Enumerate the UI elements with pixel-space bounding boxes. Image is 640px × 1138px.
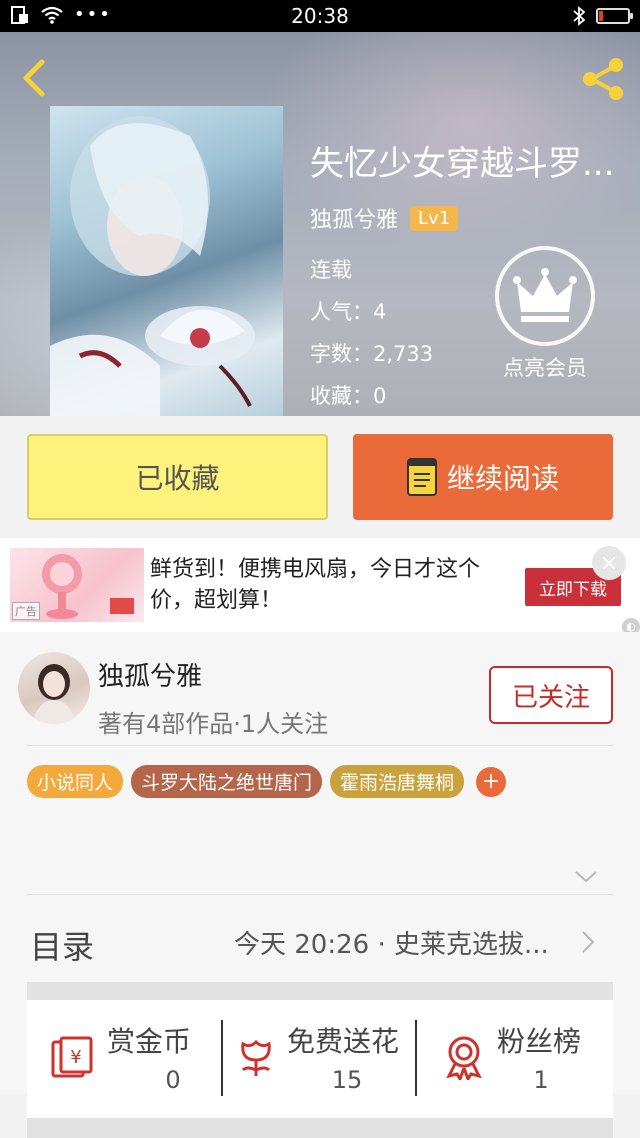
level-badge: Lv1 bbox=[410, 205, 459, 231]
toc-label[interactable]: 目录 bbox=[30, 922, 94, 968]
book-cover[interactable] bbox=[50, 106, 283, 416]
following-button[interactable]: 已关注 bbox=[489, 666, 613, 724]
book-status: 连载 bbox=[310, 258, 352, 282]
tag-chip[interactable]: 小说同人 bbox=[27, 765, 124, 798]
status-bar: ••• 20:38 bbox=[0, 0, 640, 32]
divider bbox=[27, 894, 613, 895]
book-word-count: 字数：2,733 bbox=[310, 342, 434, 366]
ad-text[interactable]: 鲜货到！便携电风扇，今日才这个价，超划算！ bbox=[150, 554, 500, 616]
chevron-right-icon[interactable] bbox=[580, 930, 596, 954]
vip-label: 点亮会员 bbox=[503, 356, 587, 380]
tag-chip[interactable]: 霍雨浩唐舞桐 bbox=[330, 765, 465, 798]
book-popularity: 人气：4 bbox=[310, 300, 387, 324]
reward-coins-button[interactable]: ¥ 赏金币 0 bbox=[49, 1020, 229, 1098]
fan-rank-button[interactable]: 粉丝榜 1 bbox=[441, 1020, 611, 1098]
ad-close-icon[interactable]: × bbox=[592, 546, 626, 580]
stats-bar: ¥ 赏金币 0 免费送花 15 粉丝榜 1 bbox=[27, 1000, 613, 1118]
battery-icon bbox=[596, 8, 633, 24]
stat-label: 赏金币 bbox=[107, 1025, 192, 1058]
stat-value: 15 bbox=[331, 1066, 363, 1094]
crown-icon bbox=[495, 246, 595, 346]
stat-value: 0 bbox=[165, 1066, 181, 1094]
book-favorites: 收藏：0 bbox=[310, 384, 387, 408]
divider bbox=[221, 1020, 223, 1096]
book-header: 失忆少女穿越斗罗... 独孤兮雅 Lv1 连载 人气：4 字数：2,733 收藏… bbox=[0, 32, 640, 416]
chevron-down-icon[interactable] bbox=[574, 870, 598, 884]
stat-label: 免费送花 bbox=[287, 1025, 400, 1058]
stat-value: 1 bbox=[533, 1066, 549, 1094]
tag-list: 小说同人 斗罗大陆之绝世唐门 霍雨浩唐舞桐 + bbox=[27, 765, 507, 798]
favorited-button[interactable]: 已收藏 bbox=[27, 434, 328, 520]
ad-banner[interactable]: 广告 鲜货到！便携电风扇，今日才这个价，超划算！ 立即下载 × ◐ bbox=[0, 538, 640, 636]
back-icon[interactable] bbox=[16, 58, 56, 98]
divider bbox=[415, 1020, 417, 1096]
tag-chip[interactable]: 斗罗大陆之绝世唐门 bbox=[131, 765, 323, 798]
add-tag-button[interactable]: + bbox=[476, 766, 507, 797]
flower-icon bbox=[241, 1039, 271, 1076]
cover-art bbox=[50, 116, 255, 416]
toc-latest-chapter[interactable]: 今天 20:26 · 史莱克选拔... bbox=[234, 924, 574, 961]
status-time: 20:38 bbox=[291, 4, 349, 28]
send-flower-button[interactable]: 免费送花 15 bbox=[233, 1020, 423, 1098]
status-right bbox=[572, 6, 633, 26]
medal-icon bbox=[446, 1036, 482, 1080]
author-card-stats: 著有4部作品·1人关注 bbox=[98, 710, 329, 738]
ad-image[interactable]: 广告 bbox=[10, 548, 144, 622]
avatar[interactable] bbox=[18, 652, 90, 724]
coin-envelope-icon: ¥ bbox=[51, 1036, 93, 1078]
stat-label: 粉丝榜 bbox=[497, 1025, 582, 1058]
share-icon[interactable] bbox=[578, 54, 628, 104]
divider bbox=[27, 745, 613, 746]
ad-tag: 广告 bbox=[12, 602, 40, 620]
book-title: 失忆少女穿越斗罗... bbox=[310, 144, 615, 184]
action-bar: 已收藏 继续阅读 bbox=[0, 416, 640, 538]
vip-button[interactable]: 点亮会员 bbox=[490, 246, 600, 382]
bluetooth-icon bbox=[573, 6, 586, 26]
author-name[interactable]: 独孤兮雅 bbox=[310, 202, 398, 234]
author-row: 独孤兮雅 Lv1 bbox=[310, 202, 459, 234]
continue-reading-label: 继续阅读 bbox=[446, 462, 559, 495]
svg-text:¥: ¥ bbox=[70, 1047, 81, 1068]
book-icon bbox=[406, 458, 437, 496]
bottom-divider bbox=[27, 1118, 613, 1138]
continue-reading-button[interactable]: 继续阅读 bbox=[353, 434, 613, 520]
section-divider bbox=[27, 982, 613, 1000]
author-card-name[interactable]: 独孤兮雅 bbox=[98, 656, 202, 693]
